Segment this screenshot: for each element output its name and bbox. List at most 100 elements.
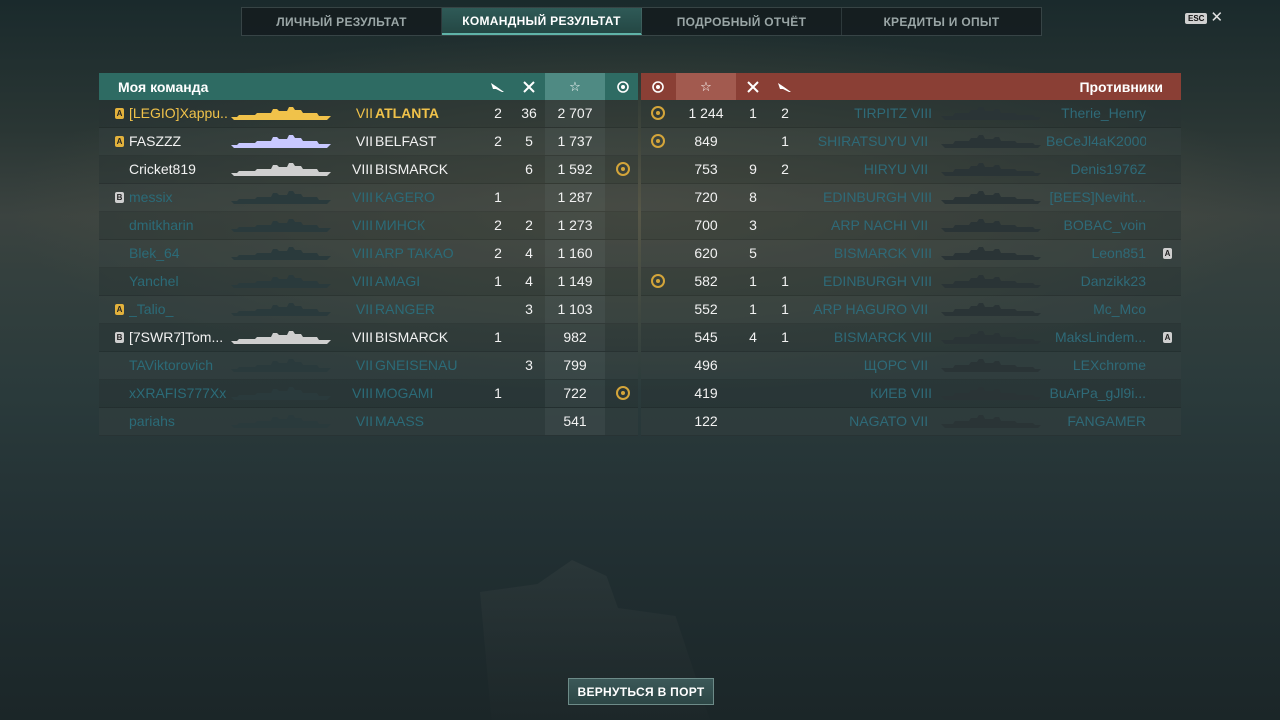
kills-count: [737, 380, 769, 407]
table-row[interactable]: 552 1 1 ARP HAGURO VII Mc_Mco: [641, 296, 1181, 324]
table-row[interactable]: 419 КИЕВ VIII BuArPa_gJl9i...: [641, 380, 1181, 408]
table-row[interactable]: Blek_64 VIII ARP TAKAO 2 4 1 160: [99, 240, 638, 268]
kills-count: 5: [749, 245, 757, 261]
table-row[interactable]: xXRAFIS777Xx VIII MOGAMI 1 722: [99, 380, 638, 408]
division-badge: B: [115, 192, 124, 203]
my-team-rows: A [LEGIO]Xappu... VII ATLANTA 2 36 2 707 A FASZZ…: [99, 100, 638, 436]
table-row[interactable]: TAViktorovich VII GNEISENAU 3 799: [99, 352, 638, 380]
kills-count: [513, 184, 545, 211]
table-row[interactable]: B [7SWR7]Tom... VIII BISMARCK 1 982: [99, 324, 638, 352]
ship-tier: VIII: [351, 273, 373, 289]
ship-tier: VII: [355, 133, 373, 149]
ship-tier: VIII: [911, 105, 933, 121]
division-badge: A: [1163, 248, 1172, 259]
ship-silhouette: [941, 107, 1041, 121]
medal-icon: [607, 73, 638, 100]
base-xp: 700: [694, 217, 718, 233]
kills-count: [737, 408, 769, 435]
ship-silhouette: [941, 331, 1041, 345]
division-badge: A: [115, 304, 124, 315]
planes-destroyed: 1: [494, 329, 502, 345]
close-button[interactable]: ESC ✕: [1185, 10, 1223, 25]
enemy-team-rows: 1 244 1 2 TIRPITZ VIII Therie_Henry 849 1 SHIRAT…: [641, 100, 1181, 436]
kills-count: [513, 408, 545, 435]
ship-silhouette: [231, 415, 331, 429]
ship-name: BISMARCK: [375, 161, 449, 177]
my-team-title: Моя команда: [118, 78, 209, 95]
table-row[interactable]: A FASZZZ VII BELFAST 2 5 1 737: [99, 128, 638, 156]
ship-tier: VIII: [351, 217, 373, 233]
ship-tier: VII: [355, 413, 373, 429]
table-row[interactable]: 1 244 1 2 TIRPITZ VIII Therie_Henry: [641, 100, 1181, 128]
player-name: [LEGIO]Xappu...: [129, 105, 229, 121]
table-row[interactable]: pariahs VII MAASS 541: [99, 408, 638, 436]
player-name: Danzikk23: [1080, 273, 1146, 289]
player-name: Cricket819: [129, 161, 196, 177]
player-name: Leon851: [1091, 245, 1146, 261]
planes-destroyed: [769, 380, 801, 407]
ship-tier: VII: [911, 301, 929, 317]
ship-silhouette: [941, 163, 1041, 177]
base-xp: 552: [694, 301, 718, 317]
ship-tier: VIII: [911, 245, 933, 261]
kills-count: 4: [525, 245, 533, 261]
my-team-header: Моя команда ☆: [99, 73, 638, 100]
table-row[interactable]: A [LEGIO]Xappu... VII ATLANTA 2 36 2 707: [99, 100, 638, 128]
ship-name: EDINBURGH: [822, 189, 907, 205]
table-row[interactable]: 496 ЩОРС VII LEXchrome: [641, 352, 1181, 380]
enemy-team-panel: ☆ Противники 1 244 1 2 TIRPITZ VIII Therie_He…: [641, 73, 1181, 436]
table-row[interactable]: 582 1 1 EDINBURGH VIII Danzikk23: [641, 268, 1181, 296]
planes-destroyed: 2: [781, 161, 789, 177]
player-name: pariahs: [129, 413, 175, 429]
player-name: messix: [129, 189, 173, 205]
table-row[interactable]: dmitkharin VIII МИНСК 2 2 1 273: [99, 212, 638, 240]
planes-destroyed: 1: [494, 385, 502, 401]
planes-destroyed: 2: [494, 245, 502, 261]
planes-destroyed: 1: [781, 133, 789, 149]
division-badge: A: [115, 136, 124, 147]
player-name: FANGAMER: [1067, 413, 1146, 429]
return-to-port-button[interactable]: ВЕРНУТЬСЯ В ПОРТ: [568, 678, 714, 705]
table-row[interactable]: 700 3 ARP NACHI VII BOBAC_voin: [641, 212, 1181, 240]
tab-personal-result[interactable]: ЛИЧНЫЙ РЕЗУЛЬТАТ: [242, 8, 442, 35]
player-name: xXRAFIS777Xx: [129, 385, 227, 401]
table-row[interactable]: Yanchel VIII AMAGI 1 4 1 149: [99, 268, 638, 296]
base-xp: 1 244: [688, 105, 724, 121]
table-row[interactable]: 620 5 BISMARCK VIII Leon851 A: [641, 240, 1181, 268]
kills-count: [513, 324, 545, 351]
star-icon: ☆: [676, 73, 736, 100]
ship-tier: VII: [355, 301, 373, 317]
player-name: BuArPa_gJl9i...: [1049, 385, 1147, 401]
ship-silhouette: [231, 275, 331, 289]
planes-destroyed: 2: [781, 105, 789, 121]
planes-destroyed: [769, 184, 801, 211]
kills-count: 4: [749, 329, 757, 345]
table-row[interactable]: 122 NAGATO VII FANGAMER: [641, 408, 1181, 436]
player-name: dmitkharin: [129, 217, 194, 233]
ship-name: BISMARCK: [833, 329, 907, 345]
table-row[interactable]: 753 9 2 HIRYU VII Denis1976Z: [641, 156, 1181, 184]
tab-detailed-report[interactable]: ПОДРОБНЫЙ ОТЧЁТ: [642, 8, 842, 35]
ship-name: MOGAMI: [375, 385, 434, 401]
kills-count: 3: [525, 357, 533, 373]
table-row[interactable]: 720 8 EDINBURGH VIII [BEES]Neviht...: [641, 184, 1181, 212]
table-row[interactable]: 545 4 1 BISMARCK VIII MaksLindem... A: [641, 324, 1181, 352]
planes-destroyed: 2: [494, 105, 502, 121]
tab-credits-xp[interactable]: КРЕДИТЫ И ОПЫТ: [842, 8, 1041, 35]
table-row[interactable]: 849 1 SHIRATSUYU VII BeCeJl4aK2000: [641, 128, 1181, 156]
kills-count: 3: [525, 301, 533, 317]
table-row[interactable]: Cricket819 VIII BISMARCK 6 1 592: [99, 156, 638, 184]
planes-destroyed: 1: [781, 329, 789, 345]
planes-destroyed: [769, 352, 801, 379]
kills-count: 5: [525, 133, 533, 149]
ship-name: GNEISENAU: [375, 357, 458, 373]
ship-name: ARP HAGURO: [813, 301, 907, 317]
table-row[interactable]: Bmessix VIII KAGERO 1 1 287: [99, 184, 638, 212]
ship-silhouette: [231, 163, 331, 177]
table-row[interactable]: A _Talio_ VII RANGER 3 1 103: [99, 296, 638, 324]
kills-count: 3: [749, 217, 757, 233]
ship-name: KAGERO: [375, 189, 435, 205]
ship-silhouette: [941, 387, 1041, 401]
ship-silhouette: [941, 303, 1041, 317]
tab-team-result[interactable]: КОМАНДНЫЙ РЕЗУЛЬТАТ: [442, 8, 642, 35]
